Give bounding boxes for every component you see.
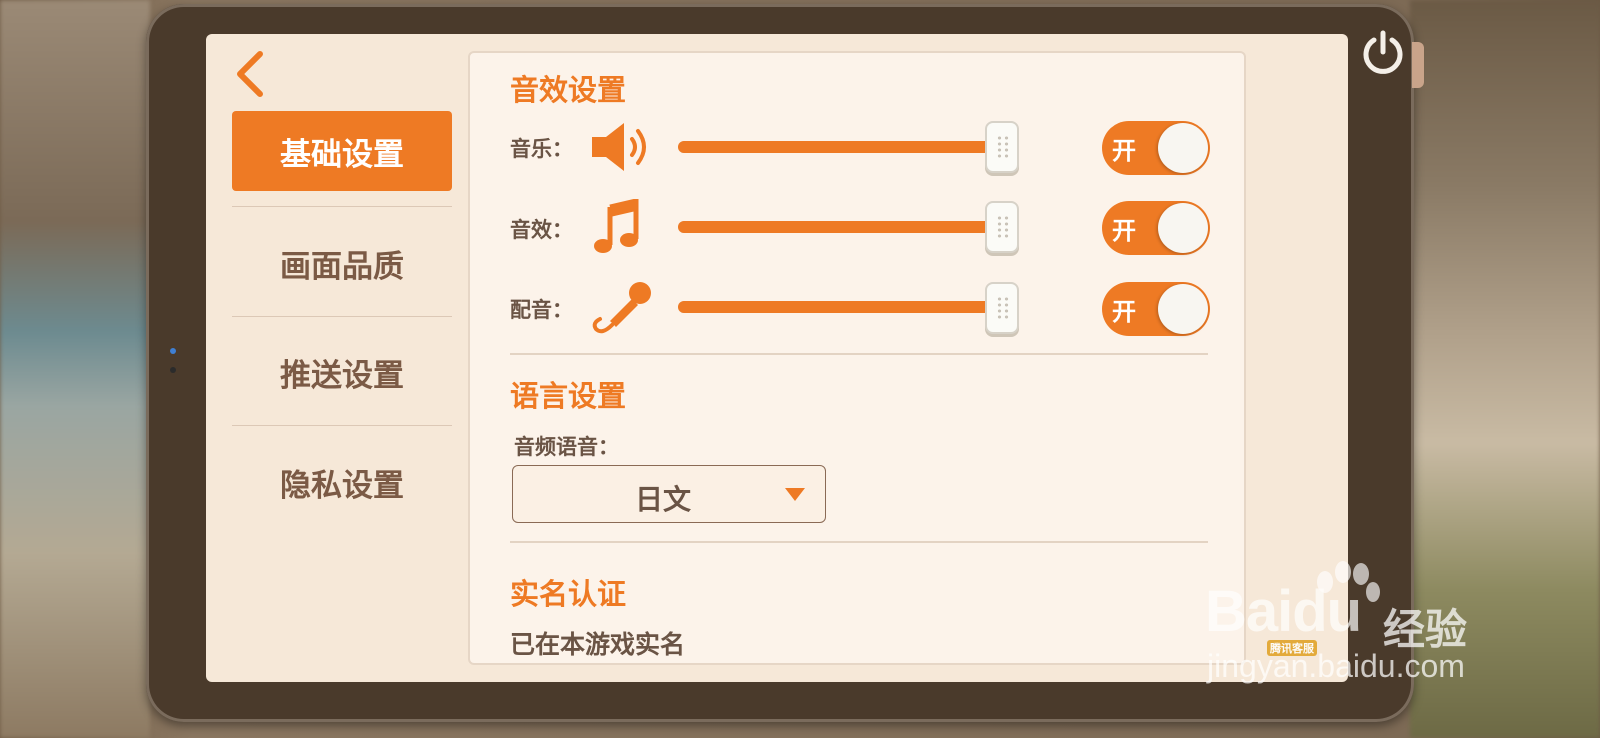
- tablet-sensor: [170, 367, 176, 373]
- sidebar-item-basic[interactable]: 基础设置: [232, 111, 452, 191]
- voice-label: 配音：: [510, 298, 573, 322]
- voice-toggle[interactable]: 开: [1102, 282, 1210, 336]
- baidu-watermark: Baidu 经验 腾讯客服 jingyan.baidu.com: [1205, 560, 1535, 700]
- sidebar-divider: [232, 316, 452, 317]
- music-toggle[interactable]: 开: [1102, 121, 1210, 175]
- watermark-url: jingyan.baidu.com: [1207, 648, 1465, 684]
- sfx-volume-slider[interactable]: [678, 221, 1016, 233]
- settings-screen: 基础设置 画面品质 推送设置 隐私设置 音效设置 音乐： 开 音效： 开 配音：…: [206, 34, 1348, 682]
- toggle-knob: [1158, 284, 1208, 334]
- sfx-toggle[interactable]: 开: [1102, 201, 1210, 255]
- background-left: [0, 0, 150, 738]
- tablet-side-button: [1412, 42, 1424, 88]
- section-divider: [510, 353, 1208, 355]
- sound-section-title: 音效设置: [510, 73, 627, 107]
- music-toggle-label: 开: [1112, 137, 1136, 165]
- sfx-volume-fill: [678, 221, 1016, 233]
- power-icon: [1363, 30, 1403, 74]
- toggle-knob: [1158, 203, 1208, 253]
- sidebar-item-privacy[interactable]: 隐私设置: [232, 442, 452, 522]
- power-button[interactable]: [1358, 28, 1408, 78]
- voice-volume-thumb[interactable]: [985, 282, 1019, 334]
- speaker-icon: [588, 117, 658, 177]
- voice-toggle-label: 开: [1112, 298, 1136, 326]
- realname-section-title: 实名认证: [510, 577, 627, 611]
- caret-down-icon: [785, 488, 805, 501]
- toggle-knob: [1158, 123, 1208, 173]
- audio-language-dropdown[interactable]: 日文: [512, 465, 826, 523]
- audio-language-label: 音频语音：: [514, 435, 619, 459]
- music-volume-fill: [678, 141, 1016, 153]
- microphone-icon: [588, 279, 658, 339]
- realname-status: 已在本游戏实名: [510, 630, 686, 659]
- chevron-left-icon: [237, 51, 263, 97]
- sfx-volume-thumb[interactable]: [985, 201, 1019, 253]
- back-button[interactable]: [230, 48, 270, 100]
- music-volume-thumb[interactable]: [985, 121, 1019, 173]
- sidebar-divider: [232, 206, 452, 207]
- voice-volume-fill: [678, 301, 1016, 313]
- sidebar-divider: [232, 425, 452, 426]
- music-volume-slider[interactable]: [678, 141, 1016, 153]
- voice-volume-slider[interactable]: [678, 301, 1016, 313]
- audio-language-value: 日文: [634, 483, 691, 516]
- language-section-title: 语言设置: [510, 379, 627, 413]
- music-label: 音乐：: [510, 137, 573, 161]
- sidebar-item-graphics[interactable]: 画面品质: [232, 223, 452, 303]
- tablet-camera: [170, 348, 176, 354]
- settings-panel: 音效设置 音乐： 开 音效： 开 配音： 开 语言设置 音频语音： 日文 实名认…: [468, 51, 1246, 665]
- music-note-icon: [588, 197, 658, 259]
- sidebar-item-push[interactable]: 推送设置: [232, 332, 452, 412]
- sfx-label: 音效：: [510, 218, 573, 242]
- sfx-toggle-label: 开: [1112, 217, 1136, 245]
- section-divider: [510, 541, 1208, 543]
- watermark-brand: Baidu: [1205, 579, 1362, 644]
